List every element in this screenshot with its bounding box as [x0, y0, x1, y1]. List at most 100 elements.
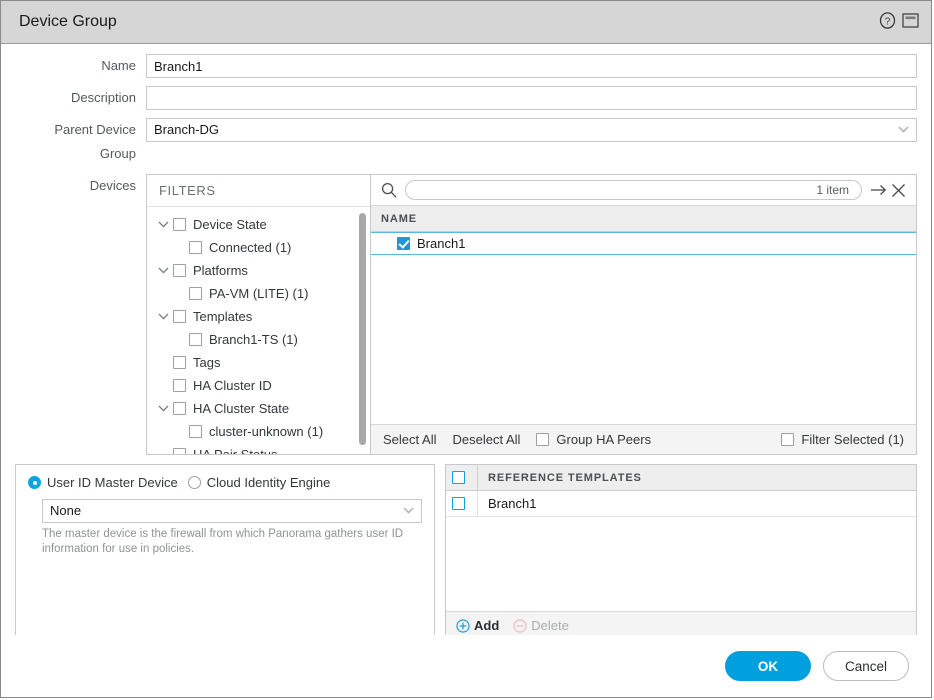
filters-column: FILTERS Device State Connected (1) [147, 175, 371, 454]
field-parent-device-group-row: Parent Device Group Branch-DG [15, 118, 917, 166]
filter-checkbox[interactable] [189, 287, 202, 300]
dialog-footer: OK Cancel [1, 635, 931, 697]
field-devices-row: Devices FILTERS Device State [15, 174, 917, 455]
reference-templates-footer: Add Delete [446, 611, 916, 635]
search-count-label: 1 item [816, 183, 849, 197]
reference-templates-header: REFERENCE TEMPLATES [446, 465, 916, 491]
field-name-row: Name [15, 54, 917, 78]
filter-label: cluster-unknown (1) [209, 424, 323, 439]
close-x-icon[interactable] [888, 180, 908, 200]
lower-section: User ID Master Device Cloud Identity Eng… [15, 464, 917, 635]
radio-dot [28, 476, 41, 489]
dialog-body: Name Description Parent Device Group Bra… [1, 44, 931, 635]
checkbox-box [452, 497, 465, 510]
reference-templates-body: Branch1 [446, 491, 916, 611]
filter-label: PA-VM (LITE) (1) [209, 286, 308, 301]
filters-scrollbar[interactable] [359, 213, 366, 445]
filter-checkbox[interactable] [173, 448, 186, 454]
device-list-header: NAME [371, 206, 916, 232]
deselect-all-button[interactable]: Deselect All [452, 432, 520, 447]
field-description-row: Description [15, 86, 917, 110]
chevron-down-icon[interactable] [155, 401, 171, 417]
window-restore-icon[interactable] [902, 13, 919, 31]
group-ha-peers-checkbox[interactable]: Group HA Peers [536, 432, 651, 447]
filter-checkbox[interactable] [173, 218, 186, 231]
minus-circle-icon [513, 619, 527, 633]
filter-item-branch1-ts[interactable]: Branch1-TS (1) [147, 328, 370, 351]
filter-label: Tags [193, 355, 220, 370]
reference-templates-panel: REFERENCE TEMPLATES Branch1 [445, 464, 917, 635]
filter-label: Branch1-TS (1) [209, 332, 298, 347]
radio-user-id-master-device[interactable]: User ID Master Device [28, 475, 178, 490]
svg-text:?: ? [885, 16, 891, 27]
add-label: Add [474, 618, 499, 633]
device-search-row: 1 item [371, 175, 916, 206]
filter-item-pa-vm-lite[interactable]: PA-VM (LITE) (1) [147, 282, 370, 305]
row-checkbox[interactable] [446, 491, 478, 516]
filter-item-templates[interactable]: Templates [147, 305, 370, 328]
device-list-body: Branch1 [371, 232, 916, 424]
devices-label: Devices [15, 174, 146, 196]
description-input[interactable] [146, 86, 917, 110]
cancel-button[interactable]: Cancel [823, 651, 909, 681]
filter-selected-checkbox[interactable]: Filter Selected (1) [781, 432, 904, 447]
parent-device-group-label: Parent Device Group [15, 118, 146, 166]
delete-button[interactable]: Delete [513, 618, 569, 633]
select-all-button[interactable]: Select All [383, 432, 436, 447]
filter-checkbox[interactable] [189, 333, 202, 346]
radio-cloud-identity-engine[interactable]: Cloud Identity Engine [188, 475, 331, 490]
parent-device-group-value: Branch-DG [146, 118, 917, 142]
filter-item-platforms[interactable]: Platforms [147, 259, 370, 282]
user-id-mode-radio-group: User ID Master Device Cloud Identity Eng… [28, 475, 422, 490]
filter-checkbox[interactable] [173, 310, 186, 323]
chevron-down-icon[interactable] [155, 217, 171, 233]
filter-checkbox[interactable] [173, 379, 186, 392]
column-header-name: NAME [381, 213, 417, 225]
delete-label: Delete [531, 618, 569, 633]
filter-label: Device State [193, 217, 267, 232]
master-device-select[interactable]: None [42, 499, 422, 523]
radio-label: Cloud Identity Engine [207, 475, 331, 490]
ok-button[interactable]: OK [725, 651, 811, 681]
master-device-hint: The master device is the firewall from w… [42, 527, 414, 557]
filter-item-connected[interactable]: Connected (1) [147, 236, 370, 259]
description-label: Description [15, 86, 146, 110]
filter-label: Platforms [193, 263, 248, 278]
chevron-down-icon[interactable] [155, 309, 171, 325]
name-input[interactable] [146, 54, 917, 78]
filter-checkbox[interactable] [173, 356, 186, 369]
filter-checkbox[interactable] [189, 241, 202, 254]
page-title: Device Group [19, 13, 879, 31]
filter-item-device-state[interactable]: Device State [147, 213, 370, 236]
device-list-footer: Select All Deselect All Group HA Peers F… [371, 424, 916, 454]
device-group-dialog: Device Group ? Name Description [0, 0, 932, 698]
arrow-right-icon[interactable] [868, 180, 888, 200]
table-row[interactable]: Branch1 [371, 232, 916, 255]
parent-device-group-select[interactable]: Branch-DG [146, 118, 917, 142]
table-row[interactable]: Branch1 [446, 491, 916, 517]
filter-checkbox[interactable] [173, 402, 186, 415]
add-button[interactable]: Add [456, 618, 499, 633]
filter-item-ha-pair-status[interactable]: HA Pair Status [147, 443, 370, 454]
filter-item-tags[interactable]: Tags [147, 351, 370, 374]
row-name: Branch1 [478, 496, 536, 511]
row-checkbox[interactable] [397, 237, 410, 250]
row-name: Branch1 [417, 236, 465, 251]
select-all-templates-checkbox[interactable] [446, 465, 478, 490]
help-circle-icon[interactable]: ? [879, 12, 896, 32]
filter-checkbox[interactable] [189, 425, 202, 438]
checkbox-box [536, 433, 549, 446]
filter-item-ha-cluster-state[interactable]: HA Cluster State [147, 397, 370, 420]
filter-item-ha-cluster-id[interactable]: HA Cluster ID [147, 374, 370, 397]
filter-checkbox[interactable] [173, 264, 186, 277]
user-id-master-device-panel: User ID Master Device Cloud Identity Eng… [15, 464, 435, 635]
search-input[interactable]: 1 item [405, 180, 862, 200]
radio-dot [188, 476, 201, 489]
chevron-down-icon[interactable] [155, 263, 171, 279]
filter-label: HA Cluster ID [193, 378, 272, 393]
filter-item-cluster-unknown[interactable]: cluster-unknown (1) [147, 420, 370, 443]
dialog-titlebar: Device Group ? [1, 1, 931, 44]
device-list-column: 1 item [371, 175, 916, 454]
filter-selected-label: Filter Selected (1) [801, 432, 904, 447]
name-label: Name [15, 54, 146, 78]
